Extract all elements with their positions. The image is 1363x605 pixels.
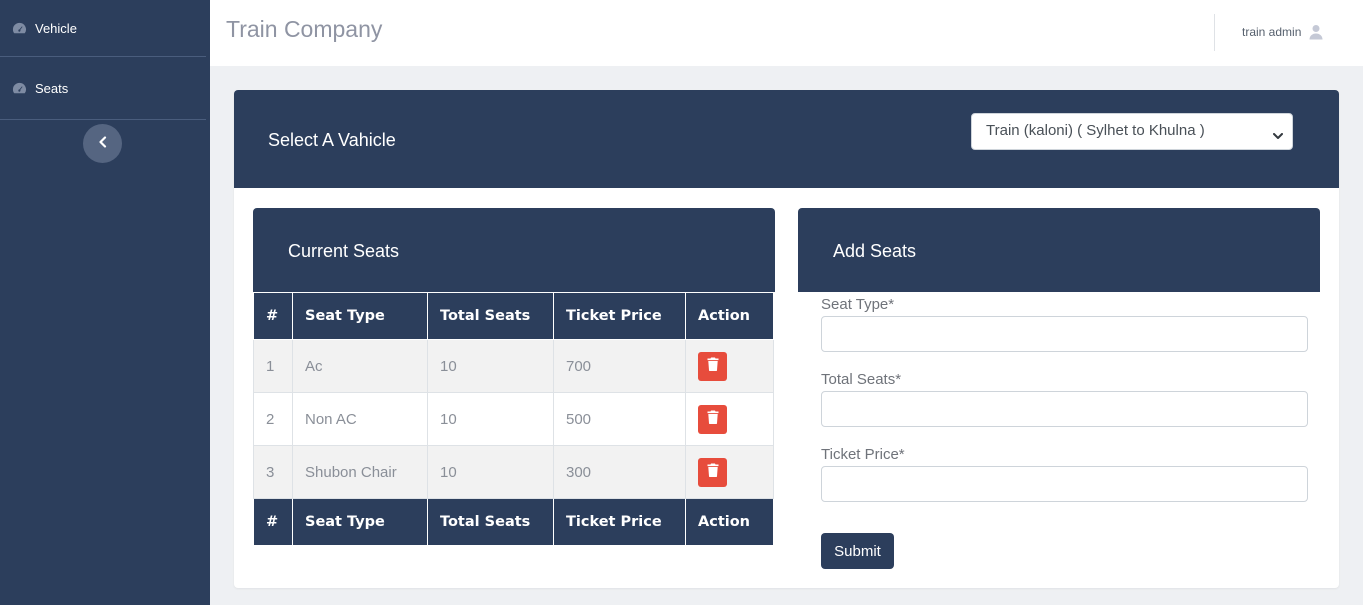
seat-type-cell: Non AC	[292, 392, 428, 446]
total-seats-cell: 10	[427, 392, 554, 446]
user-name: train admin	[1242, 25, 1302, 39]
column-footer: Ticket Price	[553, 498, 686, 546]
dashboard-gauge-icon	[12, 21, 27, 36]
chevron-down-icon	[1273, 127, 1283, 139]
seat-type-cell: Ac	[292, 339, 428, 393]
action-cell	[685, 445, 774, 499]
row-number: 2	[253, 392, 293, 446]
table-footer-row: # Seat Type Total Seats Ticket Price Act…	[253, 498, 774, 546]
current-seats-header: Current Seats	[253, 208, 775, 292]
sidebar: Vehicle Seats	[0, 0, 210, 605]
column-footer: Action	[685, 498, 774, 546]
total-seats-cell: 10	[427, 339, 554, 393]
vehicle-select-title: Select A Vahicle	[268, 130, 396, 150]
delete-button[interactable]	[698, 351, 727, 381]
delete-button[interactable]	[698, 457, 727, 487]
add-seats-title: Add Seats	[833, 241, 917, 261]
column-footer: Seat Type	[292, 498, 428, 546]
ticket-price-cell: 300	[553, 445, 686, 499]
user-icon	[1309, 24, 1323, 40]
dashboard-gauge-icon	[12, 81, 27, 96]
action-cell	[685, 392, 774, 446]
brand-title: Train Company	[226, 16, 383, 42]
row-number: 3	[253, 445, 293, 499]
vehicle-select-dropdown[interactable]: Train (kaloni) ( Sylhet to Khulna )	[971, 113, 1293, 150]
current-seats-title: Current Seats	[288, 241, 400, 261]
column-header: Action	[685, 292, 774, 340]
sidebar-collapse-button[interactable]	[83, 124, 122, 163]
top-navbar: Train Company train admin	[210, 0, 1363, 66]
sidebar-item-label: Vehicle	[35, 20, 77, 36]
chevron-left-icon	[98, 135, 108, 153]
column-footer: Total Seats	[427, 498, 554, 546]
vehicle-select-value: Train (kaloni) ( Sylhet to Khulna )	[986, 122, 1205, 139]
trash-icon	[707, 357, 719, 375]
trash-icon	[707, 410, 719, 428]
add-seats-form: Seat Type* Total Seats* Ticket Price* Su…	[821, 296, 1308, 569]
table-header-row: # Seat Type Total Seats Ticket Price Act…	[253, 292, 774, 340]
seat-type-cell: Shubon Chair	[292, 445, 428, 499]
seat-type-label: Seat Type*	[821, 296, 895, 313]
user-menu[interactable]: train admin	[1242, 24, 1323, 40]
trash-icon	[707, 463, 719, 481]
vehicle-select-header: Select A Vahicle Train (kaloni) ( Sylhet…	[234, 90, 1339, 188]
total-seats-input[interactable]	[821, 391, 1308, 427]
sidebar-item-vehicle[interactable]: Vehicle	[0, 0, 206, 57]
ticket-price-input[interactable]	[821, 466, 1308, 502]
seats-table: # Seat Type Total Seats Ticket Price Act…	[253, 292, 774, 546]
column-header: #	[253, 292, 293, 340]
column-header: Ticket Price	[553, 292, 686, 340]
column-footer: #	[253, 498, 293, 546]
column-header: Total Seats	[427, 292, 554, 340]
ticket-price-label: Ticket Price*	[821, 446, 905, 463]
table-row: 1 Ac 10 700	[253, 339, 774, 393]
column-header: Seat Type	[292, 292, 428, 340]
sidebar-item-seats[interactable]: Seats	[0, 57, 206, 120]
total-seats-label: Total Seats*	[821, 371, 902, 388]
ticket-price-cell: 500	[553, 392, 686, 446]
add-seats-header: Add Seats	[798, 208, 1320, 292]
ticket-price-cell: 700	[553, 339, 686, 393]
row-number: 1	[253, 339, 293, 393]
table-row: 2 Non AC 10 500	[253, 392, 774, 446]
table-row: 3 Shubon Chair 10 300	[253, 445, 774, 499]
sidebar-item-label: Seats	[35, 80, 69, 96]
total-seats-cell: 10	[427, 445, 554, 499]
navbar-divider	[1214, 14, 1215, 51]
seat-type-input[interactable]	[821, 316, 1308, 352]
action-cell	[685, 339, 774, 393]
submit-button[interactable]: Submit	[821, 533, 894, 569]
delete-button[interactable]	[698, 404, 727, 434]
